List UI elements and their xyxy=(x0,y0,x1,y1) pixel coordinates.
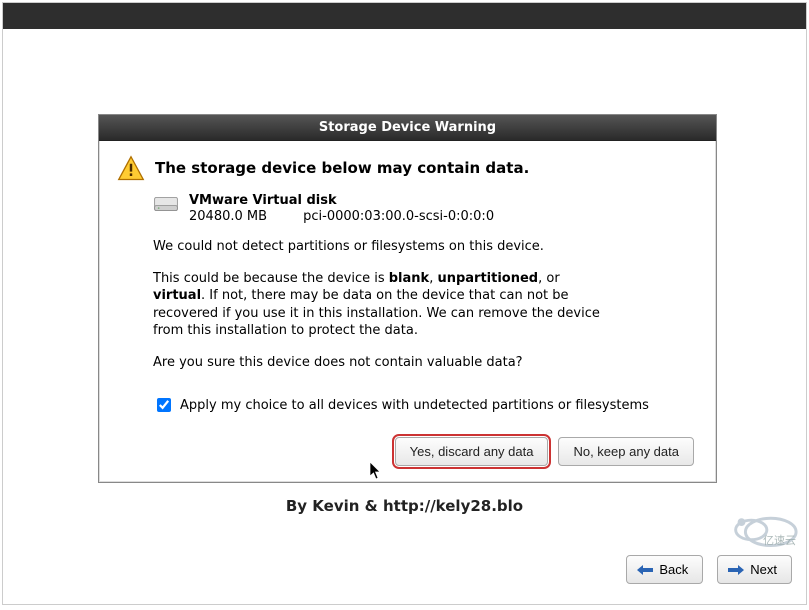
hard-disk-icon xyxy=(153,193,179,215)
disk-path: pci-0000:03:00.0-scsi-0:0:0:0 xyxy=(303,209,494,224)
warning-icon xyxy=(117,155,145,183)
arrow-left-icon xyxy=(637,565,653,575)
dialog-heading: The storage device below may contain dat… xyxy=(155,159,529,177)
apply-all-checkbox-row[interactable]: Apply my choice to all devices with unde… xyxy=(153,395,698,415)
disk-entry: VMware Virtual disk 20480.0 MB pci-0000:… xyxy=(153,193,698,224)
next-label: Next xyxy=(750,562,777,577)
attribution-text: By Kevin & http://kely28.blo xyxy=(3,497,806,515)
storage-warning-dialog: Storage Device Warning The storage devic… xyxy=(98,114,717,483)
paragraph-1: We could not detect partitions or filesy… xyxy=(153,238,613,256)
dialog-title: Storage Device Warning xyxy=(99,115,716,141)
back-label: Back xyxy=(659,562,688,577)
dialog-body: The storage device below may contain dat… xyxy=(99,141,716,482)
apply-all-checkbox[interactable] xyxy=(157,398,171,412)
disk-name: VMware Virtual disk xyxy=(189,193,494,208)
window-top-bar xyxy=(3,3,806,29)
disk-size: 20480.0 MB xyxy=(189,209,299,224)
apply-all-label[interactable]: Apply my choice to all devices with unde… xyxy=(180,398,649,413)
disk-meta: 20480.0 MB pci-0000:03:00.0-scsi-0:0:0:0 xyxy=(189,209,494,224)
no-keep-button[interactable]: No, keep any data xyxy=(558,437,694,466)
installer-window: 苏 Storage Device Warning The storage dev… xyxy=(2,2,807,605)
back-button[interactable]: Back xyxy=(626,555,703,584)
arrow-right-icon xyxy=(728,565,744,575)
nav-bar: Back Next xyxy=(626,555,792,584)
yes-discard-button[interactable]: Yes, discard any data xyxy=(395,437,549,466)
yisu-cloud-logo-text: 亿速云 xyxy=(763,532,796,548)
mouse-cursor-icon xyxy=(369,461,383,481)
paragraph-2: This could be because the device is blan… xyxy=(153,270,613,340)
next-button[interactable]: Next xyxy=(717,555,792,584)
paragraph-3: Are you sure this device does not contai… xyxy=(153,354,613,372)
